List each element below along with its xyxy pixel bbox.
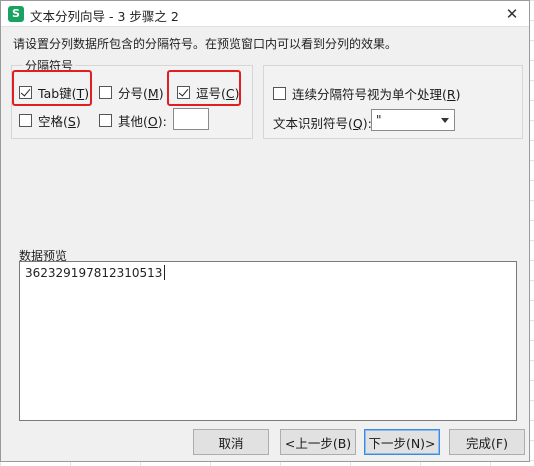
app-icon: S xyxy=(8,6,24,22)
text-qualifier-value: " xyxy=(376,113,382,127)
next-button[interactable]: 下一步(N)> xyxy=(364,429,440,455)
text-qualifier-select[interactable]: " xyxy=(371,109,455,131)
consecutive-delimiters-checkbox[interactable]: 连续分隔符号视为单个处理(R) xyxy=(273,85,461,102)
chevron-down-icon[interactable] xyxy=(441,118,449,123)
instruction-text: 请设置分列数据所包含的分隔符号。在预览窗口内可以看到分列的效果。 xyxy=(13,37,398,51)
dialog-title: 文本分列向导 - 3 步骤之 2 xyxy=(30,9,179,24)
preview-cell-text: 362329197812310513 xyxy=(25,266,163,280)
consecutive-checkbox-box[interactable] xyxy=(273,86,286,100)
semicolon-checkbox[interactable]: 分号(M) xyxy=(99,84,164,101)
finish-button[interactable]: 完成(F) xyxy=(449,429,525,455)
other-checkbox[interactable]: 其他(O): xyxy=(99,112,167,129)
semicolon-checkbox-label: 分号(M) xyxy=(118,85,164,101)
semicolon-checkbox-box[interactable] xyxy=(99,85,112,99)
cancel-button[interactable]: 取消 xyxy=(193,429,269,455)
space-checkbox-label: 空格(S) xyxy=(38,113,81,129)
text-qualifier-label: 文本识别符号(Q): xyxy=(273,116,372,131)
other-checkbox-label: 其他(O): xyxy=(118,113,167,129)
title-bar: S 文本分列向导 - 3 步骤之 2 ✕ xyxy=(1,1,529,27)
text-to-columns-dialog: S 文本分列向导 - 3 步骤之 2 ✕ 请设置分列数据所包含的分隔符号。在预览… xyxy=(0,0,530,462)
space-checkbox[interactable]: 空格(S) xyxy=(19,112,81,129)
close-icon[interactable]: ✕ xyxy=(501,4,523,24)
space-checkbox-box[interactable] xyxy=(19,113,32,127)
tab-highlight-box xyxy=(12,70,92,106)
consecutive-checkbox-label: 连续分隔符号视为单个处理(R) xyxy=(292,86,461,102)
back-button[interactable]: <上一步(B) xyxy=(280,429,356,455)
text-caret xyxy=(164,265,165,280)
comma-highlight-box xyxy=(167,70,241,106)
other-delimiter-input[interactable] xyxy=(173,108,209,130)
data-preview-box[interactable]: 362329197812310513 xyxy=(19,261,517,421)
other-checkbox-box[interactable] xyxy=(99,113,112,127)
